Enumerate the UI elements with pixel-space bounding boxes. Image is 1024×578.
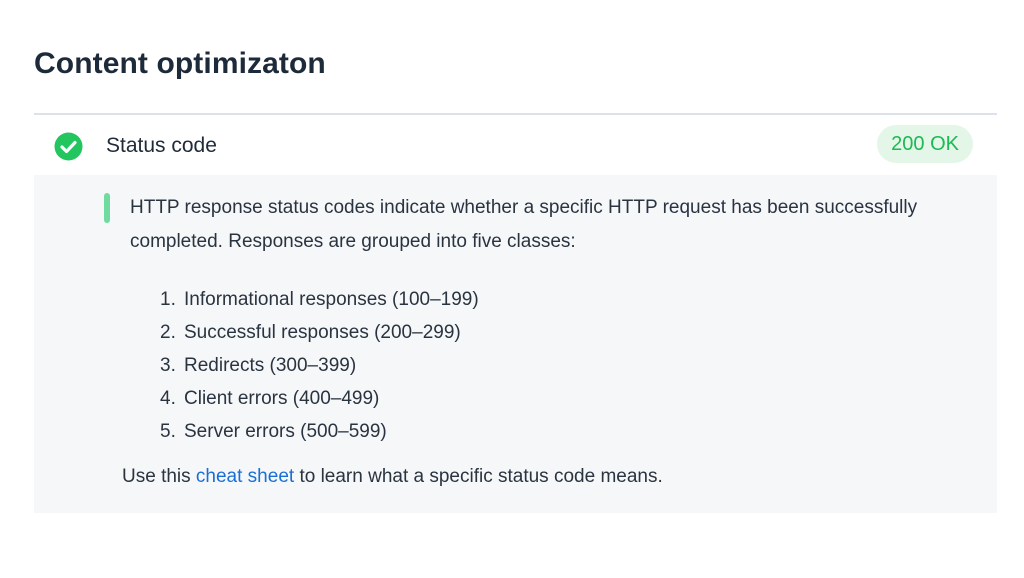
details-panel: HTTP response status codes indicate whet… bbox=[34, 175, 997, 513]
list-item: 1. Informational responses (100–199) bbox=[160, 289, 479, 310]
check-row-status-code[interactable]: Status code 200 OK bbox=[34, 115, 997, 175]
section-title: Content optimizaton bbox=[34, 47, 326, 80]
list-item: 2. Successful responses (200–299) bbox=[160, 322, 461, 343]
cheat-sheet-link[interactable]: cheat sheet bbox=[196, 466, 294, 487]
status-classes-list: 1. Informational responses (100–199) 2. Su… bbox=[160, 283, 479, 448]
list-item: 4. Client errors (400–499) bbox=[160, 388, 380, 409]
status-badge: 200 OK bbox=[877, 125, 973, 163]
footer-text: Use this cheat sheet to learn what a spe… bbox=[122, 466, 663, 487]
check-label: Status code bbox=[106, 134, 217, 157]
list-item: 3. Redirects (300–399) bbox=[160, 355, 357, 376]
accent-bar bbox=[104, 193, 110, 223]
description-text: HTTP response status codes indicate whet… bbox=[130, 197, 918, 252]
check-circle-icon bbox=[54, 132, 83, 161]
list-item: 5. Server errors (500–599) bbox=[160, 421, 387, 442]
